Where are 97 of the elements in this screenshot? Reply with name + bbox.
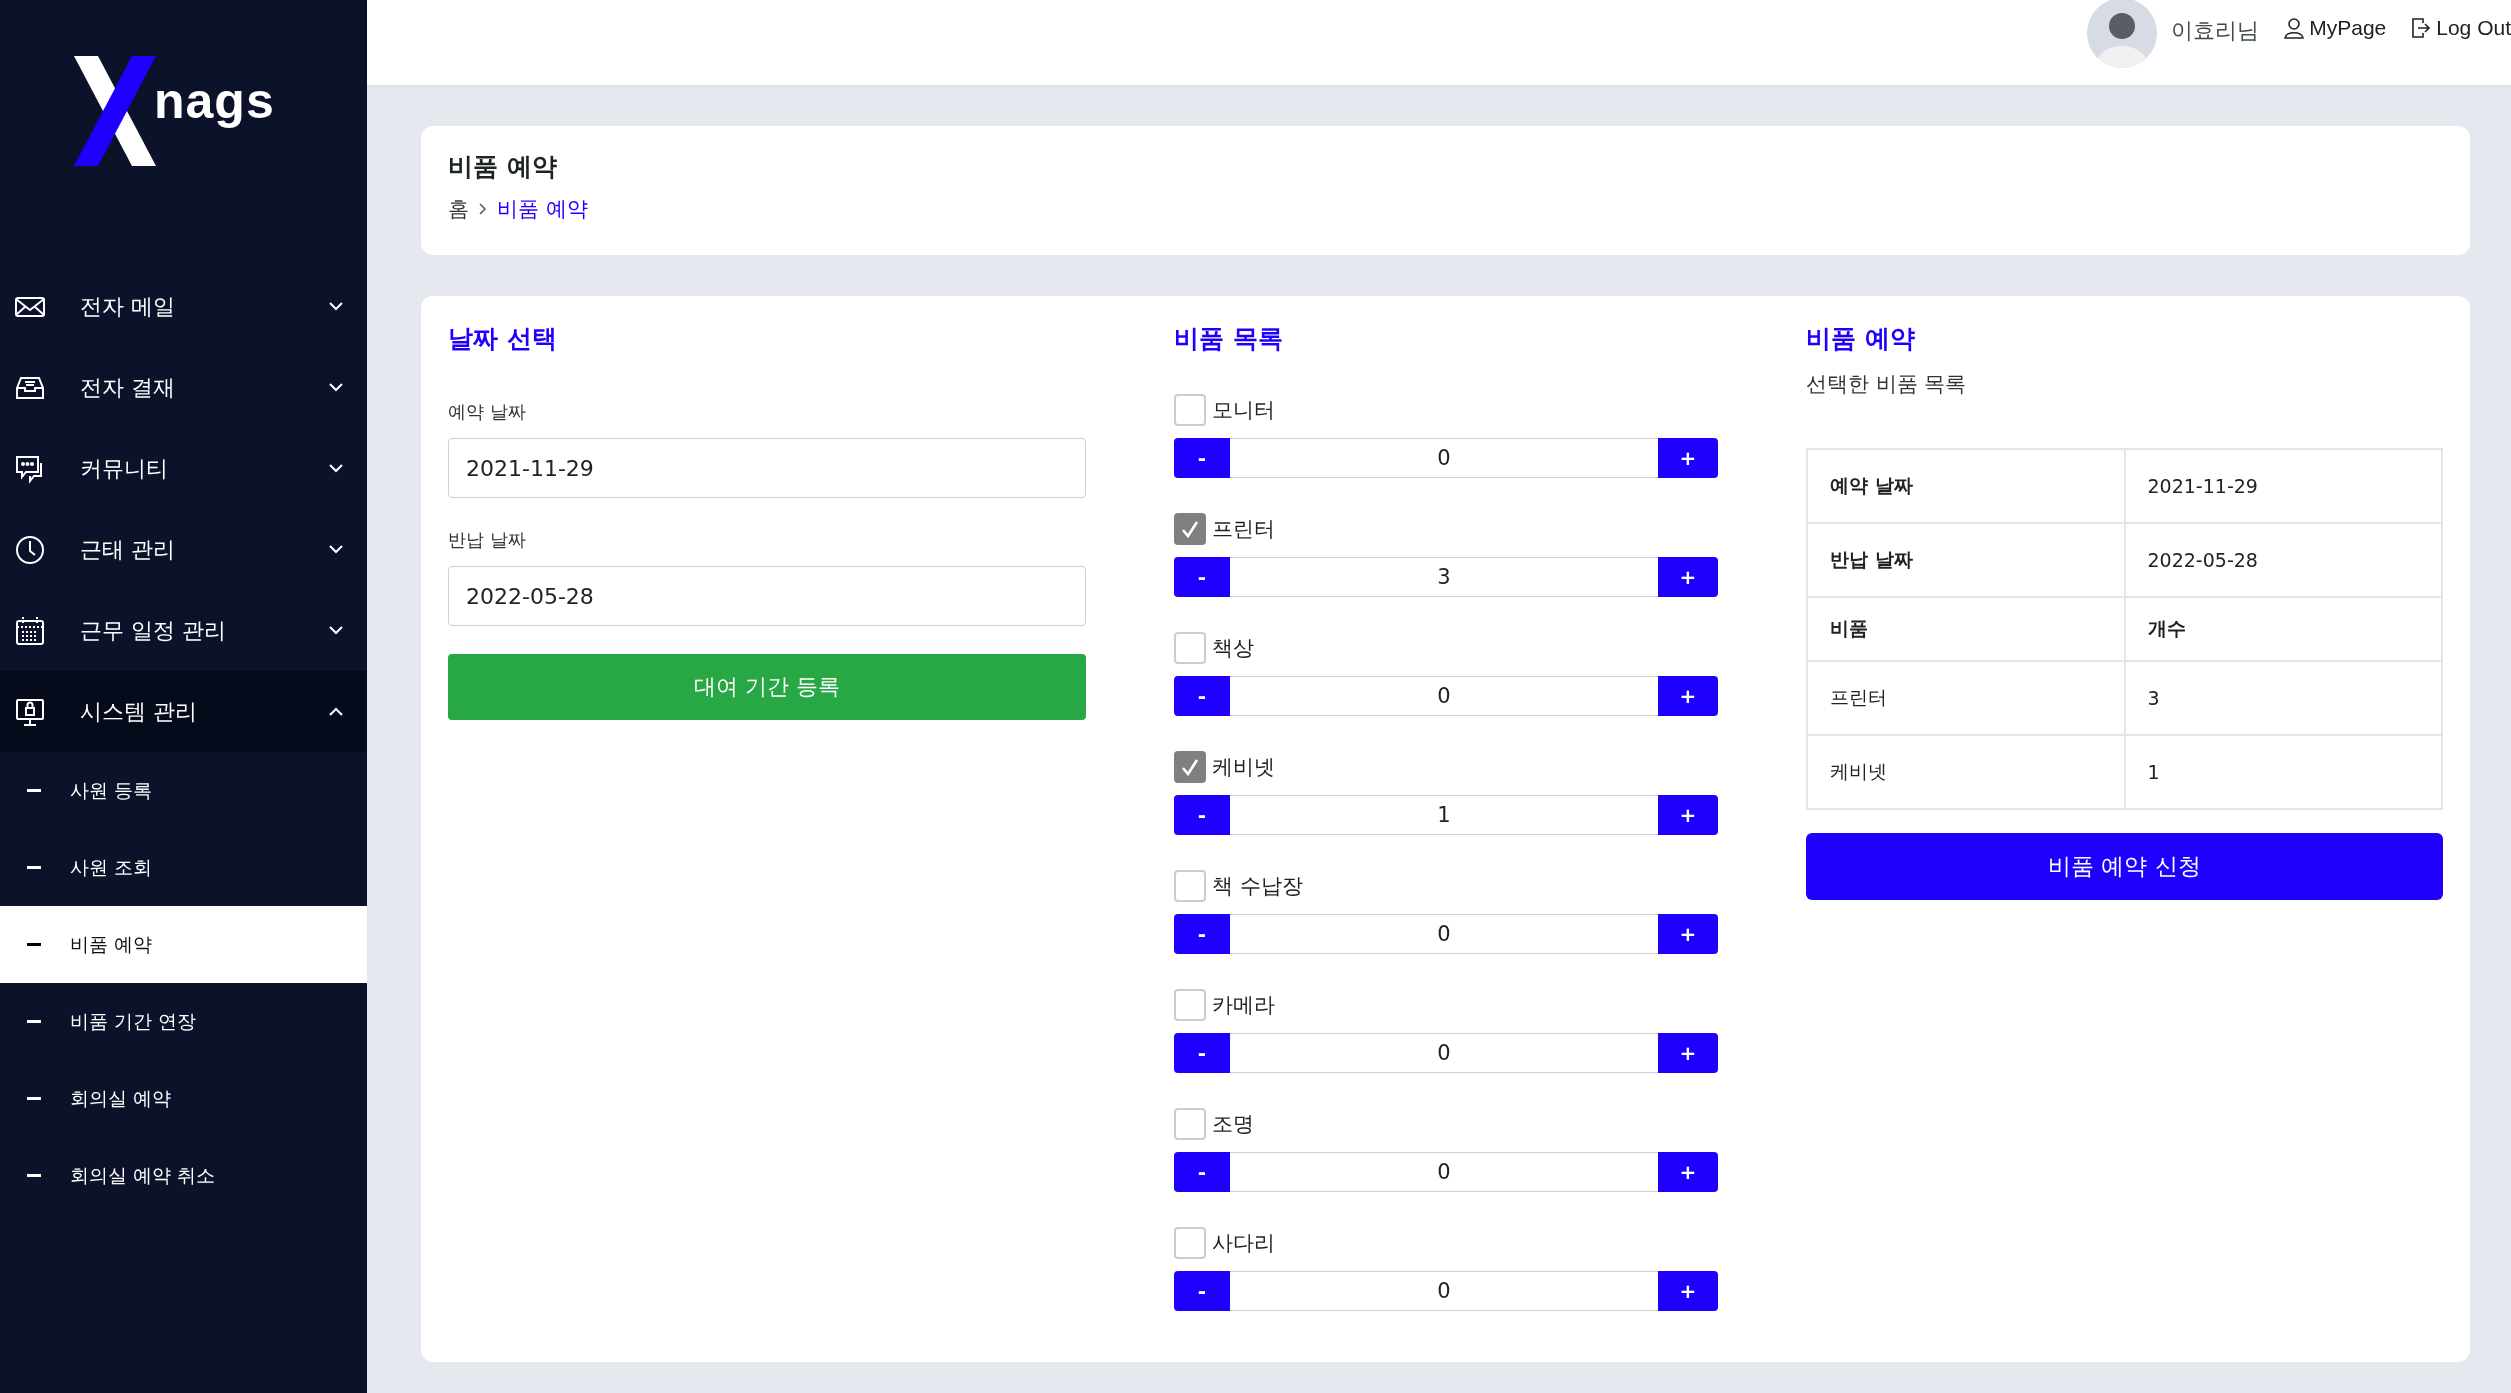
chevron-right-icon <box>479 203 487 215</box>
table-cell: 개수 <box>2124 597 2442 661</box>
quantity-field[interactable]: 0 <box>1230 1033 1658 1073</box>
item-label: 사다리 <box>1212 1230 1275 1257</box>
dash-icon <box>27 1174 41 1177</box>
clock-icon <box>14 533 46 566</box>
increment-button[interactable]: + <box>1658 795 1718 835</box>
logout-icon <box>2410 17 2433 39</box>
checkbox[interactable] <box>1174 870 1206 902</box>
checkbox[interactable] <box>1174 751 1206 783</box>
chevron-down-icon <box>329 464 343 473</box>
quantity-field[interactable]: 0 <box>1230 914 1658 954</box>
dash-icon <box>27 1097 41 1100</box>
submenu-item[interactable]: 비품 예약 <box>0 906 367 983</box>
item-label: 책 수납장 <box>1212 873 1303 900</box>
section-subtitle: 선택한 비품 목록 <box>1806 371 1968 398</box>
dash-icon <box>27 866 41 869</box>
menu-item[interactable]: 커뮤니티 <box>0 428 367 509</box>
decrement-button[interactable]: - <box>1174 1152 1230 1192</box>
menu-item[interactable]: 시스템 관리 <box>0 671 367 752</box>
chevron-down-icon <box>329 302 343 311</box>
user-icon <box>2283 17 2306 39</box>
submenu-item[interactable]: 사원 조회 <box>0 829 367 906</box>
submenu-item[interactable]: 사원 등록 <box>0 752 367 829</box>
dash-icon <box>27 1020 41 1023</box>
quantity-field[interactable]: 0 <box>1230 676 1658 716</box>
menu-item[interactable]: 전자 결재 <box>0 347 367 428</box>
submenu-item[interactable]: 비품 기간 연장 <box>0 983 367 1060</box>
increment-button[interactable]: + <box>1658 1152 1718 1192</box>
table-cell: 비품 <box>1807 597 2125 661</box>
decrement-button[interactable]: - <box>1174 557 1230 597</box>
table-cell: 반납 날짜 <box>1807 523 2125 597</box>
table-cell: 프린터 <box>1807 661 2125 735</box>
table-cell: 케비넷 <box>1807 735 2125 809</box>
item-label: 모니터 <box>1212 397 1275 424</box>
mypage-link[interactable]: MyPage <box>2283 16 2387 40</box>
quantity-field[interactable]: 1 <box>1230 795 1658 835</box>
checkbox[interactable] <box>1174 632 1206 664</box>
item-label: 책상 <box>1212 635 1254 662</box>
section-title: 비품 예약 <box>1806 323 1916 355</box>
submenu-item[interactable]: 회의실 예약 <box>0 1060 367 1137</box>
date-field[interactable]: 2021-11-29 <box>448 438 1086 498</box>
decrement-button[interactable]: - <box>1174 795 1230 835</box>
quantity-field[interactable]: 0 <box>1230 438 1658 478</box>
increment-button[interactable]: + <box>1658 1271 1718 1311</box>
chevron-down-icon <box>329 626 343 635</box>
table-cell: 1 <box>2124 735 2442 809</box>
menu-item[interactable]: 근태 관리 <box>0 509 367 590</box>
field-label: 예약 날짜 <box>448 400 527 424</box>
increment-button[interactable]: + <box>1658 676 1718 716</box>
decrement-button[interactable]: - <box>1174 438 1230 478</box>
date-field[interactable]: 2022-05-28 <box>448 566 1086 626</box>
logout-link[interactable]: Log Out <box>2410 16 2511 40</box>
checkbox[interactable] <box>1174 1108 1206 1140</box>
check-icon <box>1180 757 1200 777</box>
chevron-up-icon <box>329 707 343 716</box>
increment-button[interactable]: + <box>1658 1033 1718 1073</box>
checkbox[interactable] <box>1174 989 1206 1021</box>
decrement-button[interactable]: - <box>1174 676 1230 716</box>
item-label: 케비넷 <box>1212 754 1275 781</box>
section-title: 날짜 선택 <box>448 323 558 355</box>
item-label: 조명 <box>1212 1111 1254 1138</box>
submit-reservation-button[interactable]: 비품 예약 신청 <box>1806 833 2443 900</box>
decrement-button[interactable]: - <box>1174 1271 1230 1311</box>
table-cell: 3 <box>2124 661 2442 735</box>
field-label: 반납 날짜 <box>448 528 527 552</box>
logo-text: nags <box>154 76 275 126</box>
menu-item[interactable]: 근무 일정 관리 <box>0 590 367 671</box>
dash-icon <box>27 789 41 792</box>
decrement-button[interactable]: - <box>1174 1033 1230 1073</box>
calendar-icon <box>14 614 46 647</box>
table-cell: 예약 날짜 <box>1807 449 2125 523</box>
menu-item[interactable]: 전자 메일 <box>0 266 367 347</box>
decrement-button[interactable]: - <box>1174 914 1230 954</box>
chevron-down-icon <box>329 383 343 392</box>
page-title: 비품 예약 <box>448 151 558 183</box>
increment-button[interactable]: + <box>1658 557 1718 597</box>
table-cell: 2022-05-28 <box>2124 523 2442 597</box>
breadcrumb-link[interactable]: 비품 예약 <box>497 195 588 223</box>
quantity-field[interactable]: 0 <box>1230 1152 1658 1192</box>
item-label: 프린터 <box>1212 516 1275 543</box>
check-icon <box>1180 519 1200 539</box>
dash-icon <box>27 943 41 946</box>
user-name: 이효리님 <box>2171 17 2260 45</box>
item-label: 카메라 <box>1212 992 1275 1019</box>
checkbox[interactable] <box>1174 1227 1206 1259</box>
quantity-field[interactable]: 0 <box>1230 1271 1658 1311</box>
breadcrumb-link[interactable]: 홈 <box>448 195 469 223</box>
increment-button[interactable]: + <box>1658 914 1718 954</box>
increment-button[interactable]: + <box>1658 438 1718 478</box>
table-cell: 2021-11-29 <box>2124 449 2442 523</box>
checkbox[interactable] <box>1174 394 1206 426</box>
quantity-field[interactable]: 3 <box>1230 557 1658 597</box>
section-title: 비품 목록 <box>1174 323 1284 355</box>
chevron-down-icon <box>329 545 343 554</box>
checkbox[interactable] <box>1174 513 1206 545</box>
submenu-item[interactable]: 회의실 예약 취소 <box>0 1137 367 1214</box>
